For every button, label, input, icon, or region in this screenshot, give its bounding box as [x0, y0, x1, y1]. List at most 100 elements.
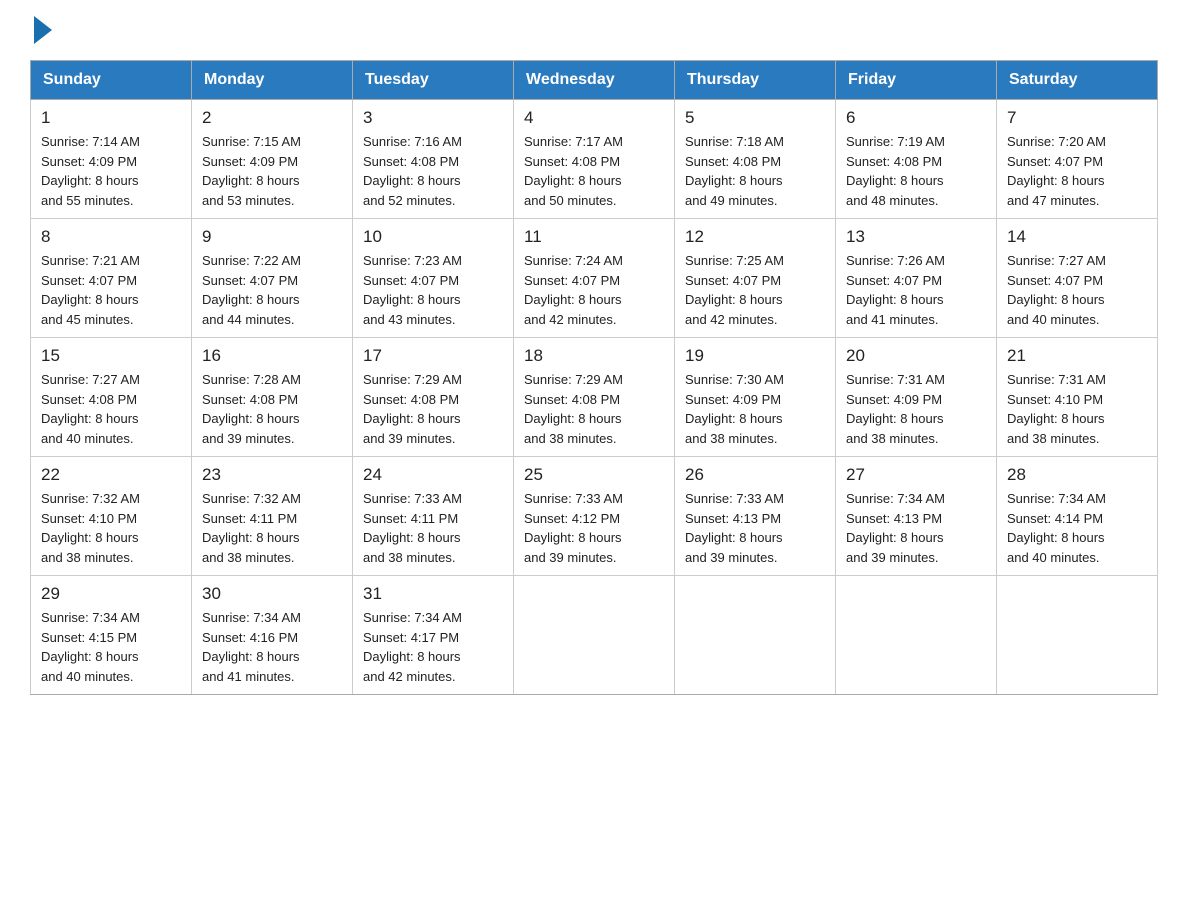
calendar-day-cell: 29 Sunrise: 7:34 AM Sunset: 4:15 PM Dayl…: [31, 576, 192, 695]
day-info: Sunrise: 7:31 AM Sunset: 4:09 PM Dayligh…: [846, 370, 986, 448]
day-of-week-header: Friday: [836, 61, 997, 100]
day-info: Sunrise: 7:20 AM Sunset: 4:07 PM Dayligh…: [1007, 132, 1147, 210]
day-number: 1: [41, 108, 181, 128]
calendar-day-cell: 4 Sunrise: 7:17 AM Sunset: 4:08 PM Dayli…: [514, 100, 675, 219]
day-info: Sunrise: 7:33 AM Sunset: 4:12 PM Dayligh…: [524, 489, 664, 567]
day-number: 11: [524, 227, 664, 247]
day-info: Sunrise: 7:17 AM Sunset: 4:08 PM Dayligh…: [524, 132, 664, 210]
day-number: 8: [41, 227, 181, 247]
calendar-day-cell: 25 Sunrise: 7:33 AM Sunset: 4:12 PM Dayl…: [514, 457, 675, 576]
day-number: 18: [524, 346, 664, 366]
calendar-day-cell: 15 Sunrise: 7:27 AM Sunset: 4:08 PM Dayl…: [31, 338, 192, 457]
calendar-day-cell: [836, 576, 997, 695]
calendar-day-cell: 11 Sunrise: 7:24 AM Sunset: 4:07 PM Dayl…: [514, 219, 675, 338]
calendar-day-cell: 19 Sunrise: 7:30 AM Sunset: 4:09 PM Dayl…: [675, 338, 836, 457]
page-header: [30, 20, 1158, 40]
day-number: 13: [846, 227, 986, 247]
day-of-week-header: Tuesday: [353, 61, 514, 100]
calendar-day-cell: 12 Sunrise: 7:25 AM Sunset: 4:07 PM Dayl…: [675, 219, 836, 338]
day-number: 7: [1007, 108, 1147, 128]
calendar-day-cell: 5 Sunrise: 7:18 AM Sunset: 4:08 PM Dayli…: [675, 100, 836, 219]
day-info: Sunrise: 7:14 AM Sunset: 4:09 PM Dayligh…: [41, 132, 181, 210]
day-info: Sunrise: 7:28 AM Sunset: 4:08 PM Dayligh…: [202, 370, 342, 448]
day-number: 20: [846, 346, 986, 366]
day-number: 29: [41, 584, 181, 604]
day-of-week-header: Sunday: [31, 61, 192, 100]
day-of-week-header: Monday: [192, 61, 353, 100]
day-of-week-header: Wednesday: [514, 61, 675, 100]
day-info: Sunrise: 7:33 AM Sunset: 4:11 PM Dayligh…: [363, 489, 503, 567]
day-info: Sunrise: 7:33 AM Sunset: 4:13 PM Dayligh…: [685, 489, 825, 567]
day-number: 26: [685, 465, 825, 485]
day-number: 22: [41, 465, 181, 485]
day-info: Sunrise: 7:29 AM Sunset: 4:08 PM Dayligh…: [524, 370, 664, 448]
calendar-day-cell: 23 Sunrise: 7:32 AM Sunset: 4:11 PM Dayl…: [192, 457, 353, 576]
calendar-day-cell: 10 Sunrise: 7:23 AM Sunset: 4:07 PM Dayl…: [353, 219, 514, 338]
day-number: 12: [685, 227, 825, 247]
day-number: 16: [202, 346, 342, 366]
day-of-week-header: Saturday: [997, 61, 1158, 100]
day-of-week-header: Thursday: [675, 61, 836, 100]
day-info: Sunrise: 7:16 AM Sunset: 4:08 PM Dayligh…: [363, 132, 503, 210]
calendar-day-cell: 17 Sunrise: 7:29 AM Sunset: 4:08 PM Dayl…: [353, 338, 514, 457]
calendar-day-cell: 6 Sunrise: 7:19 AM Sunset: 4:08 PM Dayli…: [836, 100, 997, 219]
calendar-day-cell: 9 Sunrise: 7:22 AM Sunset: 4:07 PM Dayli…: [192, 219, 353, 338]
calendar-week-row: 22 Sunrise: 7:32 AM Sunset: 4:10 PM Dayl…: [31, 457, 1158, 576]
logo: [30, 20, 52, 40]
day-number: 3: [363, 108, 503, 128]
day-number: 31: [363, 584, 503, 604]
calendar-week-row: 29 Sunrise: 7:34 AM Sunset: 4:15 PM Dayl…: [31, 576, 1158, 695]
day-number: 24: [363, 465, 503, 485]
calendar-day-cell: 1 Sunrise: 7:14 AM Sunset: 4:09 PM Dayli…: [31, 100, 192, 219]
day-info: Sunrise: 7:23 AM Sunset: 4:07 PM Dayligh…: [363, 251, 503, 329]
day-number: 23: [202, 465, 342, 485]
day-info: Sunrise: 7:34 AM Sunset: 4:16 PM Dayligh…: [202, 608, 342, 686]
calendar-week-row: 8 Sunrise: 7:21 AM Sunset: 4:07 PM Dayli…: [31, 219, 1158, 338]
calendar-header-row: SundayMondayTuesdayWednesdayThursdayFrid…: [31, 61, 1158, 100]
day-info: Sunrise: 7:18 AM Sunset: 4:08 PM Dayligh…: [685, 132, 825, 210]
calendar-day-cell: 27 Sunrise: 7:34 AM Sunset: 4:13 PM Dayl…: [836, 457, 997, 576]
day-number: 2: [202, 108, 342, 128]
day-info: Sunrise: 7:25 AM Sunset: 4:07 PM Dayligh…: [685, 251, 825, 329]
calendar-day-cell: 14 Sunrise: 7:27 AM Sunset: 4:07 PM Dayl…: [997, 219, 1158, 338]
day-info: Sunrise: 7:22 AM Sunset: 4:07 PM Dayligh…: [202, 251, 342, 329]
day-info: Sunrise: 7:24 AM Sunset: 4:07 PM Dayligh…: [524, 251, 664, 329]
calendar-day-cell: 31 Sunrise: 7:34 AM Sunset: 4:17 PM Dayl…: [353, 576, 514, 695]
day-info: Sunrise: 7:29 AM Sunset: 4:08 PM Dayligh…: [363, 370, 503, 448]
day-info: Sunrise: 7:34 AM Sunset: 4:14 PM Dayligh…: [1007, 489, 1147, 567]
calendar-day-cell: 3 Sunrise: 7:16 AM Sunset: 4:08 PM Dayli…: [353, 100, 514, 219]
day-info: Sunrise: 7:34 AM Sunset: 4:15 PM Dayligh…: [41, 608, 181, 686]
calendar-day-cell: 2 Sunrise: 7:15 AM Sunset: 4:09 PM Dayli…: [192, 100, 353, 219]
day-info: Sunrise: 7:19 AM Sunset: 4:08 PM Dayligh…: [846, 132, 986, 210]
day-info: Sunrise: 7:27 AM Sunset: 4:07 PM Dayligh…: [1007, 251, 1147, 329]
day-number: 15: [41, 346, 181, 366]
calendar-day-cell: 7 Sunrise: 7:20 AM Sunset: 4:07 PM Dayli…: [997, 100, 1158, 219]
calendar-day-cell: 28 Sunrise: 7:34 AM Sunset: 4:14 PM Dayl…: [997, 457, 1158, 576]
day-number: 4: [524, 108, 664, 128]
day-number: 19: [685, 346, 825, 366]
calendar-day-cell: 20 Sunrise: 7:31 AM Sunset: 4:09 PM Dayl…: [836, 338, 997, 457]
calendar-day-cell: 26 Sunrise: 7:33 AM Sunset: 4:13 PM Dayl…: [675, 457, 836, 576]
day-number: 9: [202, 227, 342, 247]
day-info: Sunrise: 7:26 AM Sunset: 4:07 PM Dayligh…: [846, 251, 986, 329]
day-number: 5: [685, 108, 825, 128]
day-info: Sunrise: 7:27 AM Sunset: 4:08 PM Dayligh…: [41, 370, 181, 448]
day-number: 14: [1007, 227, 1147, 247]
calendar-day-cell: [514, 576, 675, 695]
calendar-day-cell: 24 Sunrise: 7:33 AM Sunset: 4:11 PM Dayl…: [353, 457, 514, 576]
day-number: 25: [524, 465, 664, 485]
calendar-day-cell: 18 Sunrise: 7:29 AM Sunset: 4:08 PM Dayl…: [514, 338, 675, 457]
day-info: Sunrise: 7:34 AM Sunset: 4:13 PM Dayligh…: [846, 489, 986, 567]
day-info: Sunrise: 7:15 AM Sunset: 4:09 PM Dayligh…: [202, 132, 342, 210]
day-number: 21: [1007, 346, 1147, 366]
day-number: 30: [202, 584, 342, 604]
day-number: 27: [846, 465, 986, 485]
day-info: Sunrise: 7:30 AM Sunset: 4:09 PM Dayligh…: [685, 370, 825, 448]
day-number: 28: [1007, 465, 1147, 485]
logo-arrow-icon: [34, 16, 52, 44]
calendar-week-row: 15 Sunrise: 7:27 AM Sunset: 4:08 PM Dayl…: [31, 338, 1158, 457]
calendar-day-cell: [997, 576, 1158, 695]
calendar-day-cell: [675, 576, 836, 695]
day-info: Sunrise: 7:21 AM Sunset: 4:07 PM Dayligh…: [41, 251, 181, 329]
day-number: 10: [363, 227, 503, 247]
